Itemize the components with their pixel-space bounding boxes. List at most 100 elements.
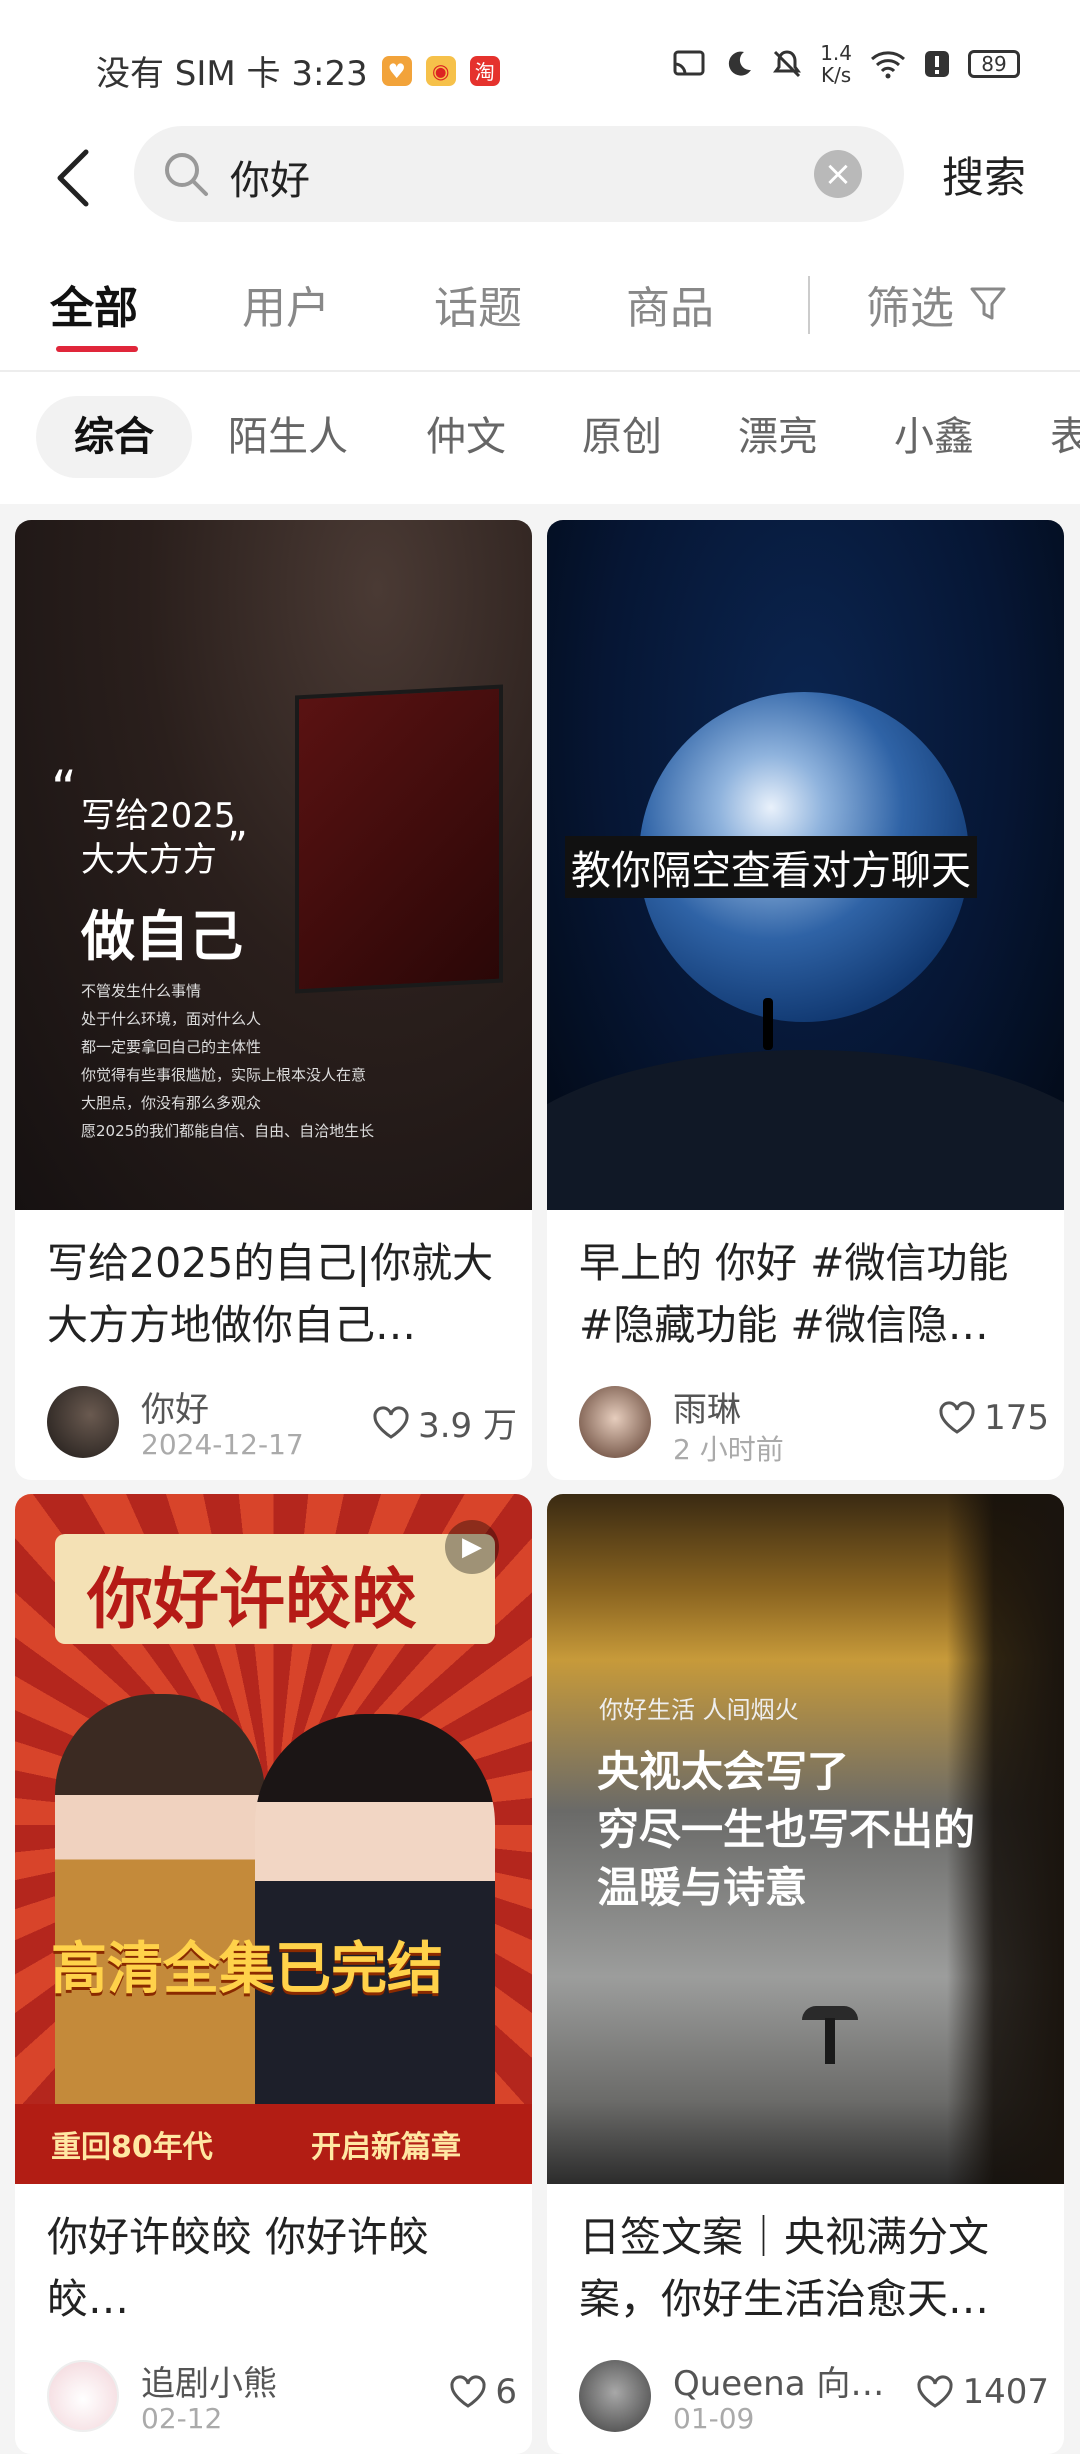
heart-icon bbox=[917, 2375, 953, 2408]
like-button[interactable]: 3.9 万 bbox=[372, 1398, 517, 1447]
wall-painting bbox=[295, 684, 503, 994]
chip-comprehensive[interactable]: 综合 bbox=[36, 396, 192, 478]
tab-topics[interactable]: 话题 bbox=[434, 272, 522, 336]
card-title[interactable]: 写给2025的自己|你就大大方方地做你自己… bbox=[47, 1232, 507, 1356]
chip-stranger[interactable]: 陌生人 bbox=[228, 396, 348, 478]
funnel-icon bbox=[970, 287, 1006, 320]
tab-divider bbox=[808, 276, 810, 334]
search-button[interactable]: 搜索 bbox=[942, 144, 1026, 205]
cover-subtitle: 高清全集已完结 bbox=[51, 1937, 443, 2002]
quote-mark-close: ” bbox=[227, 824, 248, 870]
cover-line: 大大方方 bbox=[81, 840, 217, 880]
author-name[interactable]: 追剧小熊 bbox=[141, 2356, 277, 2405]
cover-kicker: 你好生活 人间烟火 bbox=[599, 1696, 799, 1724]
net-speed-unit: K/s bbox=[820, 63, 852, 87]
moon-icon bbox=[729, 51, 752, 76]
wifi-icon bbox=[871, 51, 905, 79]
chip-pretty[interactable]: 漂亮 bbox=[738, 396, 818, 478]
cover-tagline: 开启新篇章 bbox=[311, 2130, 461, 2165]
status-right: 1.4 K/s 89 bbox=[672, 42, 1020, 86]
card-title[interactable]: 你好许皎皎 你好许皎皎… bbox=[47, 2206, 507, 2330]
like-button[interactable]: 175 bbox=[938, 1398, 1049, 1438]
like-count: 1407 bbox=[962, 2372, 1049, 2412]
battery-indicator: 89 bbox=[968, 50, 1020, 78]
cover-caption: 教你隔空查看对方聊天 bbox=[565, 836, 977, 898]
alert-icon bbox=[925, 51, 949, 77]
cover-line: 写给2025 bbox=[81, 796, 236, 836]
note-card[interactable]: 你好生活 人间烟火 央视太会写了 穷尽一生也写不出的 温暖与诗意 日签文案｜央视… bbox=[547, 1494, 1064, 2454]
filter-button[interactable]: 筛选 bbox=[866, 272, 1008, 336]
cover-line: 你觉得有些事很尴尬，实际上根本没人在意 bbox=[81, 1066, 367, 1084]
play-icon[interactable]: ▶ bbox=[445, 1520, 499, 1574]
chip-xiaoxin[interactable]: 小鑫 bbox=[894, 396, 974, 478]
card-title[interactable]: 日签文案｜央视满分文案，你好生活治愈天… bbox=[579, 2206, 1039, 2330]
cover-heading: 你好许皎皎 bbox=[87, 1561, 417, 1638]
cover-tagline: 重回80年代 bbox=[51, 2130, 213, 2165]
status-left: 没有 SIM 卡 3:23 ♥ ◉ 淘 bbox=[96, 46, 500, 95]
avatar[interactable] bbox=[579, 1386, 651, 1458]
tab-users[interactable]: 用户 bbox=[242, 272, 330, 336]
back-button[interactable] bbox=[50, 148, 100, 208]
card-cover-image[interactable]: 你好许皎皎 ▶ 高清全集已完结 重回80年代 开启新篇章 bbox=[15, 1494, 532, 2184]
cover-line: 处于什么环境，面对什么人 bbox=[81, 1010, 262, 1028]
cover-line: 央视太会写了 bbox=[597, 1747, 850, 1796]
avatar[interactable] bbox=[579, 2360, 651, 2432]
net-speed: 1.4 K/s bbox=[820, 42, 852, 86]
heart-app-icon: ♥ bbox=[381, 55, 412, 86]
card-meta: Queena 向… 01-09 1407 bbox=[579, 2356, 1049, 2436]
heart-icon bbox=[450, 2375, 486, 2408]
cover-line: 温暖与诗意 bbox=[597, 1863, 808, 1912]
mute-icon bbox=[773, 50, 802, 78]
note-card[interactable]: “ 写给2025 大大方方 ” 做自己 不管发生什么事情 处于什么环境，面对什么… bbox=[15, 520, 532, 1480]
heart-icon bbox=[939, 1401, 975, 1434]
filter-label: 筛选 bbox=[866, 283, 954, 334]
avatar[interactable] bbox=[47, 1386, 119, 1458]
author-name[interactable]: Queena 向… bbox=[673, 2356, 884, 2405]
taobao-icon: 淘 bbox=[469, 55, 500, 86]
chip-original[interactable]: 原创 bbox=[582, 396, 662, 478]
chevron-left-icon bbox=[57, 149, 89, 207]
card-meta: 你好 2024-12-17 3.9 万 bbox=[47, 1382, 517, 1462]
post-date: 01-09 bbox=[673, 2402, 755, 2435]
author-name[interactable]: 你好 bbox=[141, 1382, 209, 1431]
tab-active-indicator bbox=[56, 346, 138, 352]
author-name[interactable]: 雨琳 bbox=[673, 1382, 741, 1431]
like-button[interactable]: 6 bbox=[449, 2372, 517, 2412]
quote-mark-open: “ bbox=[51, 760, 77, 818]
tab-all[interactable]: 全部 bbox=[50, 272, 138, 336]
post-date: 2024-12-17 bbox=[141, 1428, 304, 1461]
chip-zhongwen[interactable]: 仲文 bbox=[426, 396, 506, 478]
like-count: 3.9 万 bbox=[418, 1406, 517, 1446]
card-meta: 追剧小熊 02-12 6 bbox=[47, 2356, 517, 2436]
search-query[interactable]: 你好 bbox=[230, 148, 310, 206]
carrier-time: 没有 SIM 卡 3:23 bbox=[96, 54, 368, 94]
like-button[interactable]: 1407 bbox=[916, 2372, 1049, 2412]
cover-line: 都一定要拿回自己的主体性 bbox=[81, 1038, 262, 1056]
chip-more[interactable]: 表 bbox=[1050, 396, 1080, 478]
cover-line: 穷尽一生也写不出的 bbox=[597, 1805, 976, 1854]
note-card[interactable]: 教你隔空查看对方聊天 早上的 你好 #微信功能 #隐藏功能 #微信隐… 雨琳 2… bbox=[547, 520, 1064, 1480]
like-count: 175 bbox=[984, 1398, 1049, 1438]
tab-products[interactable]: 商品 bbox=[626, 272, 714, 336]
post-date: 2 小时前 bbox=[673, 1433, 784, 1466]
cover-line: 愿2025的我们都能自信、自由、自洽地生长 bbox=[81, 1122, 375, 1140]
standing-figure bbox=[763, 998, 773, 1050]
cover-line: 不管发生什么事情 bbox=[81, 982, 202, 1000]
clear-search-button[interactable]: × bbox=[814, 150, 862, 198]
avatar[interactable] bbox=[47, 2360, 119, 2432]
search-input[interactable]: 你好 × bbox=[134, 126, 904, 222]
post-date: 02-12 bbox=[141, 2402, 223, 2435]
status-bar: 没有 SIM 卡 3:23 ♥ ◉ 淘 1.4 K/s 89 bbox=[0, 0, 1080, 130]
card-cover-image[interactable]: 你好生活 人间烟火 央视太会写了 穷尽一生也写不出的 温暖与诗意 bbox=[547, 1494, 1064, 2184]
card-cover-image[interactable]: “ 写给2025 大大方方 ” 做自己 不管发生什么事情 处于什么环境，面对什么… bbox=[15, 520, 532, 1210]
note-card[interactable]: 你好许皎皎 ▶ 高清全集已完结 重回80年代 开启新篇章 你好许皎皎 你好许皎皎… bbox=[15, 1494, 532, 2454]
horizon bbox=[547, 1050, 1064, 1210]
card-cover-image[interactable]: 教你隔空查看对方聊天 bbox=[547, 520, 1064, 1210]
tab-bar: 全部 用户 话题 商品 筛选 bbox=[0, 230, 1080, 372]
search-icon bbox=[165, 153, 208, 196]
cover-line: 大胆点，你没有那么多观众 bbox=[81, 1094, 262, 1112]
filter-chips: 综合 陌生人 仲文 原创 漂亮 小鑫 表 bbox=[0, 372, 1080, 504]
close-icon: × bbox=[823, 154, 853, 194]
card-title[interactable]: 早上的 你好 #微信功能 #隐藏功能 #微信隐… bbox=[579, 1232, 1039, 1356]
walking-figure bbox=[825, 2018, 835, 2064]
